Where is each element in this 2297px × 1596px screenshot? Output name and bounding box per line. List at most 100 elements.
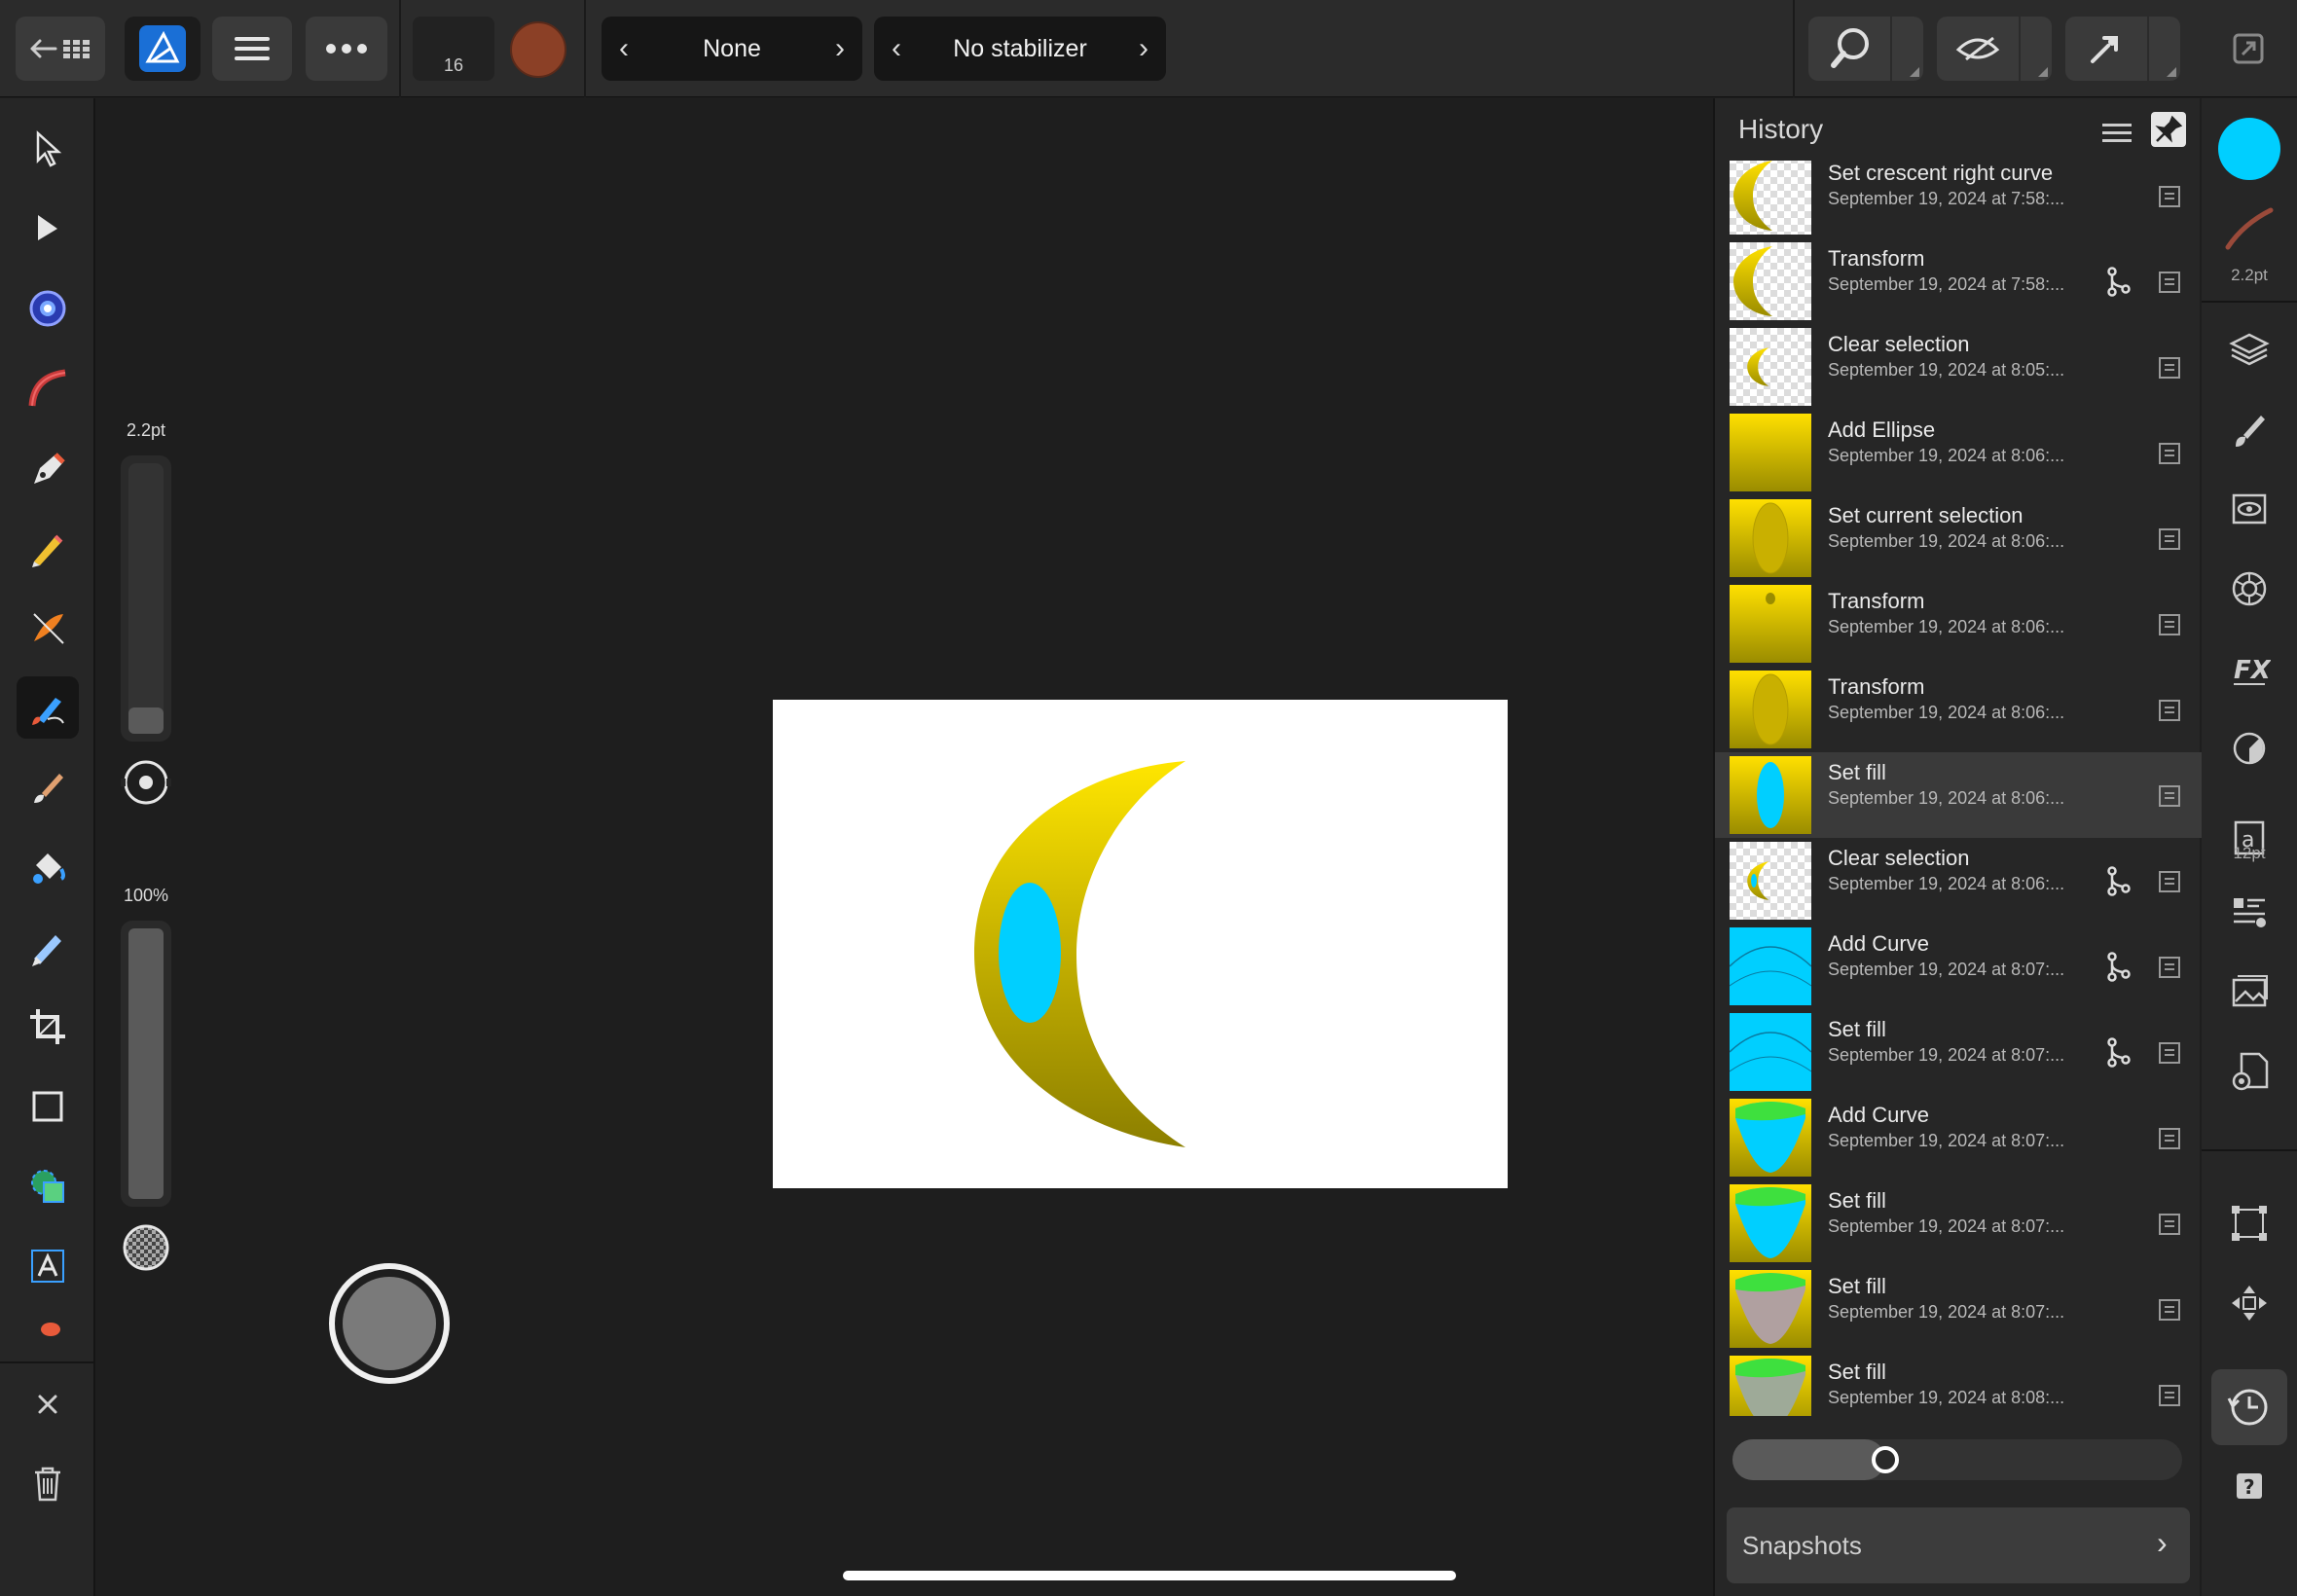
view-mode-button[interactable]: [1937, 17, 2052, 81]
shape-builder-tool[interactable]: [17, 1155, 79, 1217]
history-item[interactable]: Clear selection September 19, 2024 at 8:0…: [1715, 324, 2202, 410]
branch-icon[interactable]: [2104, 865, 2133, 896]
main-menu-button[interactable]: [212, 17, 292, 81]
snapshot-icon[interactable]: [2157, 612, 2182, 637]
fullscreen-button[interactable]: [2229, 29, 2268, 68]
history-item[interactable]: Add Curve September 19, 2024 at 8:07:...: [1715, 1095, 2202, 1180]
rectangle-tool[interactable]: [17, 1075, 79, 1138]
pen-tool[interactable]: [17, 437, 79, 499]
chevron-right-icon[interactable]: ›: [1139, 32, 1148, 65]
effects-studio-button[interactable]: FX: [2220, 639, 2279, 698]
more-tools-indicator[interactable]: [17, 1315, 79, 1344]
snapshot-icon[interactable]: [2157, 355, 2182, 381]
delete-button[interactable]: [17, 1453, 79, 1515]
history-item[interactable]: Set fill September 19, 2024 at 8:06:...: [1715, 752, 2202, 838]
pencil-curve-tool[interactable]: [17, 357, 79, 419]
crop-tool[interactable]: [17, 996, 79, 1058]
move-tool[interactable]: [17, 118, 79, 180]
chevron-left-icon[interactable]: ‹: [892, 32, 901, 65]
history-list[interactable]: Set crescent right curve September 19, 20…: [1715, 161, 2202, 1416]
opacity-mode-button[interactable]: [121, 1222, 171, 1273]
node-tool[interactable]: [17, 198, 79, 260]
snapshot-icon[interactable]: [2157, 1126, 2182, 1151]
assets-studio-button[interactable]: [2220, 962, 2279, 1021]
transparency-tool[interactable]: [17, 916, 79, 978]
layers-studio-button[interactable]: [2220, 320, 2279, 379]
brushes-studio-button[interactable]: [2220, 400, 2279, 458]
snapping-button[interactable]: [1808, 17, 1923, 81]
history-item[interactable]: Add Curve September 19, 2024 at 8:07:...: [1715, 924, 2202, 1009]
adjustments-studio-button[interactable]: [2220, 719, 2279, 778]
history-item[interactable]: Set fill September 19, 2024 at 8:07:...: [1715, 1180, 2202, 1266]
more-options-button[interactable]: [306, 17, 387, 81]
rectangle-icon: [32, 1091, 63, 1122]
history-studio-button[interactable]: [2211, 1369, 2287, 1445]
close-selection-button[interactable]: [17, 1373, 79, 1435]
history-item[interactable]: Set fill September 19, 2024 at 8:07:...: [1715, 1009, 2202, 1095]
text-styles-studio-button[interactable]: a: [2220, 799, 2279, 877]
transform-studio-button[interactable]: [2220, 1194, 2279, 1252]
pixel-brush-tool[interactable]: [17, 676, 79, 739]
pressure-toggle-button[interactable]: [121, 753, 171, 812]
corner-tool[interactable]: [17, 277, 79, 340]
appearance-studio-button[interactable]: [2220, 883, 2279, 941]
snapshot-icon[interactable]: [2157, 184, 2182, 209]
snapshot-icon[interactable]: [2157, 1040, 2182, 1066]
modifier-button[interactable]: [329, 1263, 450, 1384]
history-scrubber[interactable]: [1732, 1439, 2182, 1480]
brush-preview-button[interactable]: 16: [413, 17, 494, 81]
brush-color-swatch[interactable]: [510, 21, 566, 78]
history-item[interactable]: Transform September 19, 2024 at 8:06:...: [1715, 581, 2202, 667]
navigator-studio-button[interactable]: [2220, 480, 2279, 538]
history-item[interactable]: Set current selection September 19, 2024 …: [1715, 495, 2202, 581]
brush-stroke-preview[interactable]: [2220, 200, 2279, 258]
snapshot-icon[interactable]: [2157, 1212, 2182, 1237]
chevron-left-icon[interactable]: ‹: [619, 32, 629, 65]
snapshot-icon[interactable]: [2157, 270, 2182, 295]
history-thumbnail: [1730, 842, 1811, 920]
snapshot-icon[interactable]: [2157, 441, 2182, 466]
snapshot-icon[interactable]: [2157, 783, 2182, 809]
vector-brush-tool[interactable]: [17, 597, 79, 659]
history-item[interactable]: Set fill September 19, 2024 at 8:08:...: [1715, 1352, 2202, 1416]
current-color-swatch[interactable]: [2218, 118, 2280, 180]
snapshots-button[interactable]: Snapshots ›: [1727, 1507, 2190, 1583]
snapshot-icon[interactable]: [2157, 698, 2182, 723]
persona-switch-button[interactable]: [125, 17, 201, 81]
chevron-right-icon[interactable]: ›: [835, 32, 845, 65]
history-item[interactable]: Transform September 19, 2024 at 8:06:...: [1715, 667, 2202, 752]
color-studio-button[interactable]: [2220, 560, 2279, 618]
opacity-slider[interactable]: [121, 921, 171, 1207]
pressure-selector[interactable]: ‹ None ›: [602, 17, 862, 81]
snapshot-icon[interactable]: [2157, 526, 2182, 552]
help-button[interactable]: ?: [2220, 1457, 2279, 1515]
history-item[interactable]: Set fill September 19, 2024 at 8:07:...: [1715, 1266, 2202, 1352]
move-nudge-button[interactable]: [2220, 1274, 2279, 1332]
pencil-tool[interactable]: [17, 517, 79, 579]
snapshot-icon[interactable]: [2157, 955, 2182, 980]
brush-tool[interactable]: [17, 756, 79, 818]
brush-width-slider[interactable]: [121, 455, 171, 742]
branch-icon[interactable]: [2104, 266, 2133, 297]
stabilizer-selector[interactable]: ‹ No stabilizer ›: [874, 17, 1166, 81]
cyan-ellipse-shape[interactable]: [999, 883, 1061, 1023]
history-item[interactable]: Add Ellipse September 19, 2024 at 8:06:..…: [1715, 410, 2202, 495]
history-item[interactable]: Transform September 19, 2024 at 7:58:...: [1715, 238, 2202, 324]
snapshot-icon[interactable]: [2157, 1297, 2182, 1323]
scrubber-knob[interactable]: [1872, 1446, 1899, 1473]
assistant-button[interactable]: [2065, 17, 2180, 81]
back-to-gallery-button[interactable]: [16, 17, 105, 81]
history-item[interactable]: Clear selection September 19, 2024 at 8:0…: [1715, 838, 2202, 924]
snapshot-icon[interactable]: [2157, 1383, 2182, 1408]
history-menu-button[interactable]: [2095, 116, 2137, 151]
artboard[interactable]: [773, 700, 1508, 1188]
branch-icon[interactable]: [2104, 951, 2133, 982]
branch-icon[interactable]: [2104, 1036, 2133, 1068]
history-item[interactable]: Set crescent right curve September 19, 20…: [1715, 161, 2202, 238]
artistic-text-tool[interactable]: [17, 1235, 79, 1297]
fill-tool[interactable]: [17, 836, 79, 898]
pin-panel-button[interactable]: [2151, 112, 2186, 147]
snapshot-icon[interactable]: [2157, 869, 2182, 894]
document-settings-button[interactable]: [2220, 1042, 2279, 1101]
pencil-icon: [32, 534, 63, 567]
